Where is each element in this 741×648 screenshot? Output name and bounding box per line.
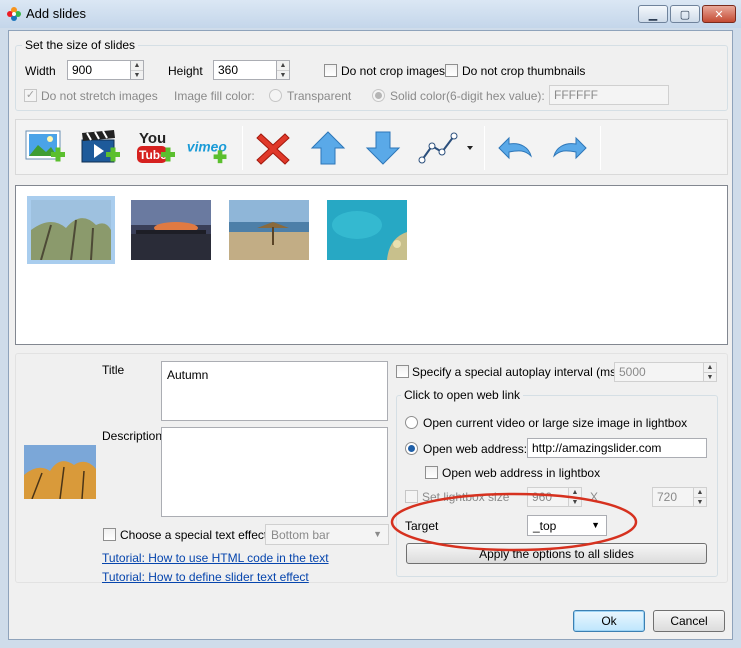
move-up-button[interactable] [305,127,351,169]
close-icon: ✕ [714,8,724,21]
toolbar-separator [484,126,485,170]
cancel-button[interactable]: Cancel [653,610,725,632]
tutorial-effect-link[interactable]: Tutorial: How to define slider text effe… [102,570,309,584]
autoplay-spinner[interactable]: ▲ ▼ [703,362,717,382]
highlight-ellipse [390,492,638,552]
height-input[interactable]: 360 [213,60,277,80]
toolbar-separator [242,126,243,170]
add-image-button[interactable] [23,127,69,169]
solid-color-radio[interactable] [372,89,385,102]
tutorial-html-link[interactable]: Tutorial: How to use HTML code in the te… [102,551,329,565]
close-button[interactable]: ✕ [702,5,736,23]
autoplay-checkbox[interactable] [396,365,409,378]
selected-slide-preview [24,445,96,499]
delete-button[interactable] [250,127,296,169]
text-effect-checkbox[interactable] [103,528,116,541]
open-lightbox-radio[interactable] [405,416,418,429]
minimize-icon: ▁ [648,8,658,21]
vimeo-icon: vimeo [187,140,227,164]
move-down-button[interactable] [360,127,406,169]
ok-button[interactable]: Ok [573,610,645,632]
no-crop-images-label: Do not crop images [341,64,446,78]
transparent-label: Transparent [287,89,352,103]
toolbar-separator [600,126,601,170]
youtube-you-text: You [139,130,166,147]
add-vimeo-button[interactable]: vimeo [186,127,232,169]
description-textarea[interactable] [161,427,388,517]
delete-icon [256,133,290,165]
no-crop-thumbnails-label: Do not crop thumbnails [462,64,586,78]
lightbox-height-input[interactable]: 720 [652,487,694,507]
slide-thumbnail-autumn[interactable] [27,196,115,264]
redo-icon [553,136,587,160]
lightbox-height-spinner[interactable]: ▲ ▼ [693,487,707,507]
minimize-button[interactable]: ▁ [638,5,668,23]
text-effect-label: Choose a special text effect [120,528,268,542]
title-textarea[interactable]: Autumn [161,361,388,421]
add-image-icon [25,130,65,162]
add-video-button[interactable] [78,127,124,169]
no-crop-thumbnails-checkbox[interactable] [445,64,458,77]
slide-thumbnail-beach[interactable] [229,200,309,260]
arrow-up-icon [310,131,346,165]
chevron-down-icon: ▼ [373,529,382,539]
undo-icon [498,136,532,160]
text-effect-select[interactable]: Bottom bar ▼ [265,524,389,545]
solid-color-label: Solid color(6-digit hex value): [390,89,545,103]
slide-thumbnail-sunset[interactable] [131,200,211,260]
maximize-icon: ▢ [679,8,691,21]
maximize-button[interactable]: ▢ [670,5,700,23]
text-effect-value: Bottom bar [271,528,330,542]
window-title: Add slides [26,6,86,21]
redo-button[interactable] [547,127,593,169]
toolbar: You Tube vimeo [15,119,728,175]
open-web-address-radio[interactable] [405,442,418,455]
slide-thumbnail-reef[interactable] [327,200,407,260]
arrow-down-icon [365,131,401,165]
size-group-legend: Set the size of slides [22,38,139,52]
web-address-lightbox-label: Open web address in lightbox [442,466,601,480]
no-stretch-label: Do not stretch images [41,89,158,103]
no-stretch-checkbox[interactable] [24,89,37,102]
autoplay-input[interactable]: 5000 [614,362,704,382]
slides-list[interactable] [15,185,728,345]
weblink-group-legend: Click to open web link [401,388,524,402]
curve-effect-icon [418,132,473,164]
title-bar[interactable]: Add slides ▁ ▢ ✕ [0,0,741,28]
height-label: Height [168,64,203,78]
youtube-icon: You Tube [137,130,175,163]
open-web-address-label: Open web address: [423,442,528,456]
dialog-client: Set the size of slides Width 900 ▲ ▼ Heig… [8,30,733,640]
height-spinner[interactable]: ▲ ▼ [276,60,290,80]
no-crop-images-checkbox[interactable] [324,64,337,77]
title-label: Title [102,363,125,377]
undo-button[interactable] [492,127,538,169]
description-label: Description [102,429,163,443]
transparent-radio[interactable] [269,89,282,102]
add-video-icon [81,130,120,163]
open-lightbox-label: Open current video or large size image i… [423,416,688,430]
width-label: Width [25,64,56,78]
effects-dropdown-button[interactable] [415,127,477,169]
web-address-lightbox-checkbox[interactable] [425,466,438,479]
autoplay-label: Specify a special autoplay interval (ms)… [412,365,624,379]
add-youtube-button[interactable]: You Tube [133,127,179,169]
width-input[interactable]: 900 [67,60,131,80]
width-spinner[interactable]: ▲ ▼ [130,60,144,80]
fill-color-label: Image fill color: [174,89,255,103]
web-address-input[interactable]: http://amazingslider.com [527,438,707,458]
hex-color-input[interactable]: FFFFFF [549,85,669,105]
app-flower-icon [7,7,21,21]
